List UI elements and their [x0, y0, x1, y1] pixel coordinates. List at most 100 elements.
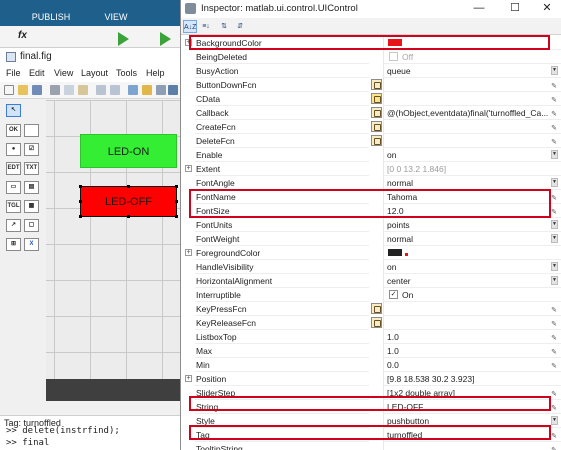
- menu-tools[interactable]: Tools: [116, 68, 137, 78]
- sort-alpha-icon[interactable]: A↓Z: [183, 20, 197, 33]
- property-value[interactable]: 0.0 ✎: [383, 358, 561, 372]
- edit-pencil-icon[interactable]: ✎: [551, 136, 557, 147]
- palette-table[interactable]: ▦: [24, 200, 39, 213]
- property-value[interactable]: @(hObject,eventdata)final('turnoffled_Ca…: [383, 106, 561, 120]
- property-value[interactable]: ✓ On: [383, 288, 561, 302]
- minimize-icon[interactable]: —: [471, 1, 487, 16]
- selection-handle[interactable]: [175, 215, 178, 218]
- property-value[interactable]: ✎: [383, 316, 561, 330]
- cdata-icon[interactable]: [371, 93, 382, 104]
- property-value[interactable]: turnoffled ✎: [383, 428, 561, 442]
- collapse-all-icon[interactable]: ⇵: [233, 20, 247, 33]
- callback-editor-icon[interactable]: [371, 303, 382, 314]
- tab-publish[interactable]: PUBLISH: [22, 8, 80, 26]
- property-row-enable[interactable]: Enable on ▼: [181, 148, 561, 162]
- dropdown-arrow-icon[interactable]: ▼: [551, 234, 558, 243]
- property-row-cdata[interactable]: CData ✎: [181, 92, 561, 106]
- edit-pencil-icon[interactable]: ✎: [551, 444, 557, 450]
- property-value[interactable]: points ▼: [383, 218, 561, 232]
- redo-icon[interactable]: [110, 85, 120, 95]
- palette-popup[interactable]: ▭: [6, 181, 21, 194]
- edit-pencil-icon[interactable]: ✎: [551, 122, 557, 133]
- property-row-backgroundcolor[interactable]: +BackgroundColor 🖌: [181, 36, 561, 50]
- palette-slider[interactable]: [24, 124, 39, 137]
- property-row-sliderstep[interactable]: SliderStep [1x2 double array] ✎: [181, 386, 561, 400]
- selection-handle[interactable]: [127, 215, 130, 218]
- expand-all-icon[interactable]: ⇅: [217, 20, 231, 33]
- property-value[interactable]: ✎: [383, 302, 561, 316]
- palette-buttongroup[interactable]: ⊞: [6, 238, 21, 251]
- edit-pencil-icon[interactable]: ✎: [551, 192, 557, 203]
- edit-pencil-icon[interactable]: ✎: [551, 318, 557, 329]
- edit-pencil-icon[interactable]: ✎: [551, 402, 557, 413]
- selection-handle[interactable]: [127, 185, 130, 188]
- maximize-icon[interactable]: ☐: [507, 1, 523, 16]
- property-row-keypressfcn[interactable]: KeyPressFcn ✎: [181, 302, 561, 316]
- property-row-foregroundcolor[interactable]: +ForegroundColor 🖌: [181, 246, 561, 260]
- callback-editor-icon[interactable]: [371, 79, 382, 90]
- menu-file[interactable]: File: [6, 68, 21, 78]
- led-off-button[interactable]: LED-OFF: [80, 186, 177, 217]
- new-icon[interactable]: [4, 85, 14, 95]
- property-value[interactable]: 12.0 ✎: [383, 204, 561, 218]
- property-value[interactable]: Off: [383, 50, 561, 64]
- callback-editor-icon[interactable]: [371, 107, 382, 118]
- property-row-callback[interactable]: Callback @(hObject,eventdata)final('turno…: [181, 106, 561, 120]
- dropdown-arrow-icon[interactable]: ▼: [551, 276, 558, 285]
- property-value[interactable]: 1.0 ✎: [383, 330, 561, 344]
- fx-icon[interactable]: fx: [18, 30, 27, 41]
- palette-toggle[interactable]: TGL: [6, 200, 21, 213]
- property-value[interactable]: LED-OFF ✎: [383, 400, 561, 414]
- edit-pencil-icon[interactable]: ✎: [551, 388, 557, 399]
- property-row-fontunits[interactable]: FontUnits points ▼: [181, 218, 561, 232]
- property-value[interactable]: ✎: [383, 120, 561, 134]
- undo-icon[interactable]: [96, 85, 106, 95]
- property-value[interactable]: ✎: [383, 442, 561, 450]
- property-row-buttondownfcn[interactable]: ButtonDownFcn ✎: [181, 78, 561, 92]
- property-row-fontname[interactable]: FontName Tahoma ✎: [181, 190, 561, 204]
- palette-axes[interactable]: ↗: [6, 219, 21, 232]
- palette-listbox[interactable]: ▤: [24, 181, 39, 194]
- property-value[interactable]: [0 0 13.2 1.846]: [383, 162, 561, 176]
- property-value[interactable]: [1x2 double array] ✎: [383, 386, 561, 400]
- edit-pencil-icon[interactable]: ✎: [551, 304, 557, 315]
- palette-radio[interactable]: ●: [6, 143, 21, 156]
- property-row-busyaction[interactable]: BusyAction queue ▼: [181, 64, 561, 78]
- property-value[interactable]: normal ▼: [383, 232, 561, 246]
- property-row-handlevisibility[interactable]: HandleVisibility on ▼: [181, 260, 561, 274]
- property-row-min[interactable]: Min 0.0 ✎: [181, 358, 561, 372]
- color-swatch[interactable]: [388, 249, 402, 256]
- property-row-keyreleasefcn[interactable]: KeyReleaseFcn ✎: [181, 316, 561, 330]
- selection-handle[interactable]: [79, 200, 82, 203]
- callback-editor-icon[interactable]: [371, 135, 382, 146]
- callback-editor-icon[interactable]: [371, 121, 382, 132]
- property-checkbox[interactable]: [389, 52, 398, 61]
- property-row-extent[interactable]: + Extent [0 0 13.2 1.846]: [181, 162, 561, 176]
- run-icon[interactable]: [118, 32, 129, 46]
- property-row-horizontalalignment[interactable]: HorizontalAlignment center ▼: [181, 274, 561, 288]
- property-value[interactable]: pushbutton ▼: [383, 414, 561, 428]
- property-value[interactable]: 1.0 ✎: [383, 344, 561, 358]
- dropdown-arrow-icon[interactable]: ▼: [551, 416, 558, 425]
- edit-pencil-icon[interactable]: ✎: [551, 332, 557, 343]
- cut-icon[interactable]: [50, 85, 60, 95]
- property-row-tooltipstring[interactable]: TooltipString ✎: [181, 442, 561, 450]
- palette-activex[interactable]: X: [24, 238, 39, 251]
- edit-pencil-icon[interactable]: ✎: [551, 430, 557, 441]
- expand-icon[interactable]: +: [185, 39, 192, 46]
- expand-icon[interactable]: +: [185, 165, 192, 172]
- sort-category-icon[interactable]: ≡↓: [199, 20, 213, 33]
- property-row-interruptible[interactable]: Interruptible ✓ On: [181, 288, 561, 302]
- palette-pointer[interactable]: ↖: [6, 104, 21, 117]
- palette-edit[interactable]: EDT: [6, 162, 21, 175]
- editor-icon[interactable]: [168, 85, 178, 95]
- property-row-fontangle[interactable]: FontAngle normal ▼: [181, 176, 561, 190]
- dropdown-arrow-icon[interactable]: ▼: [551, 262, 558, 271]
- selection-handle[interactable]: [79, 185, 82, 188]
- property-row-string[interactable]: String LED-OFF ✎: [181, 400, 561, 414]
- color-swatch[interactable]: [388, 39, 402, 46]
- palette-pushbutton[interactable]: OK: [6, 124, 21, 137]
- property-row-max[interactable]: Max 1.0 ✎: [181, 344, 561, 358]
- palette-text[interactable]: TXT: [24, 162, 39, 175]
- expand-icon[interactable]: +: [185, 375, 192, 382]
